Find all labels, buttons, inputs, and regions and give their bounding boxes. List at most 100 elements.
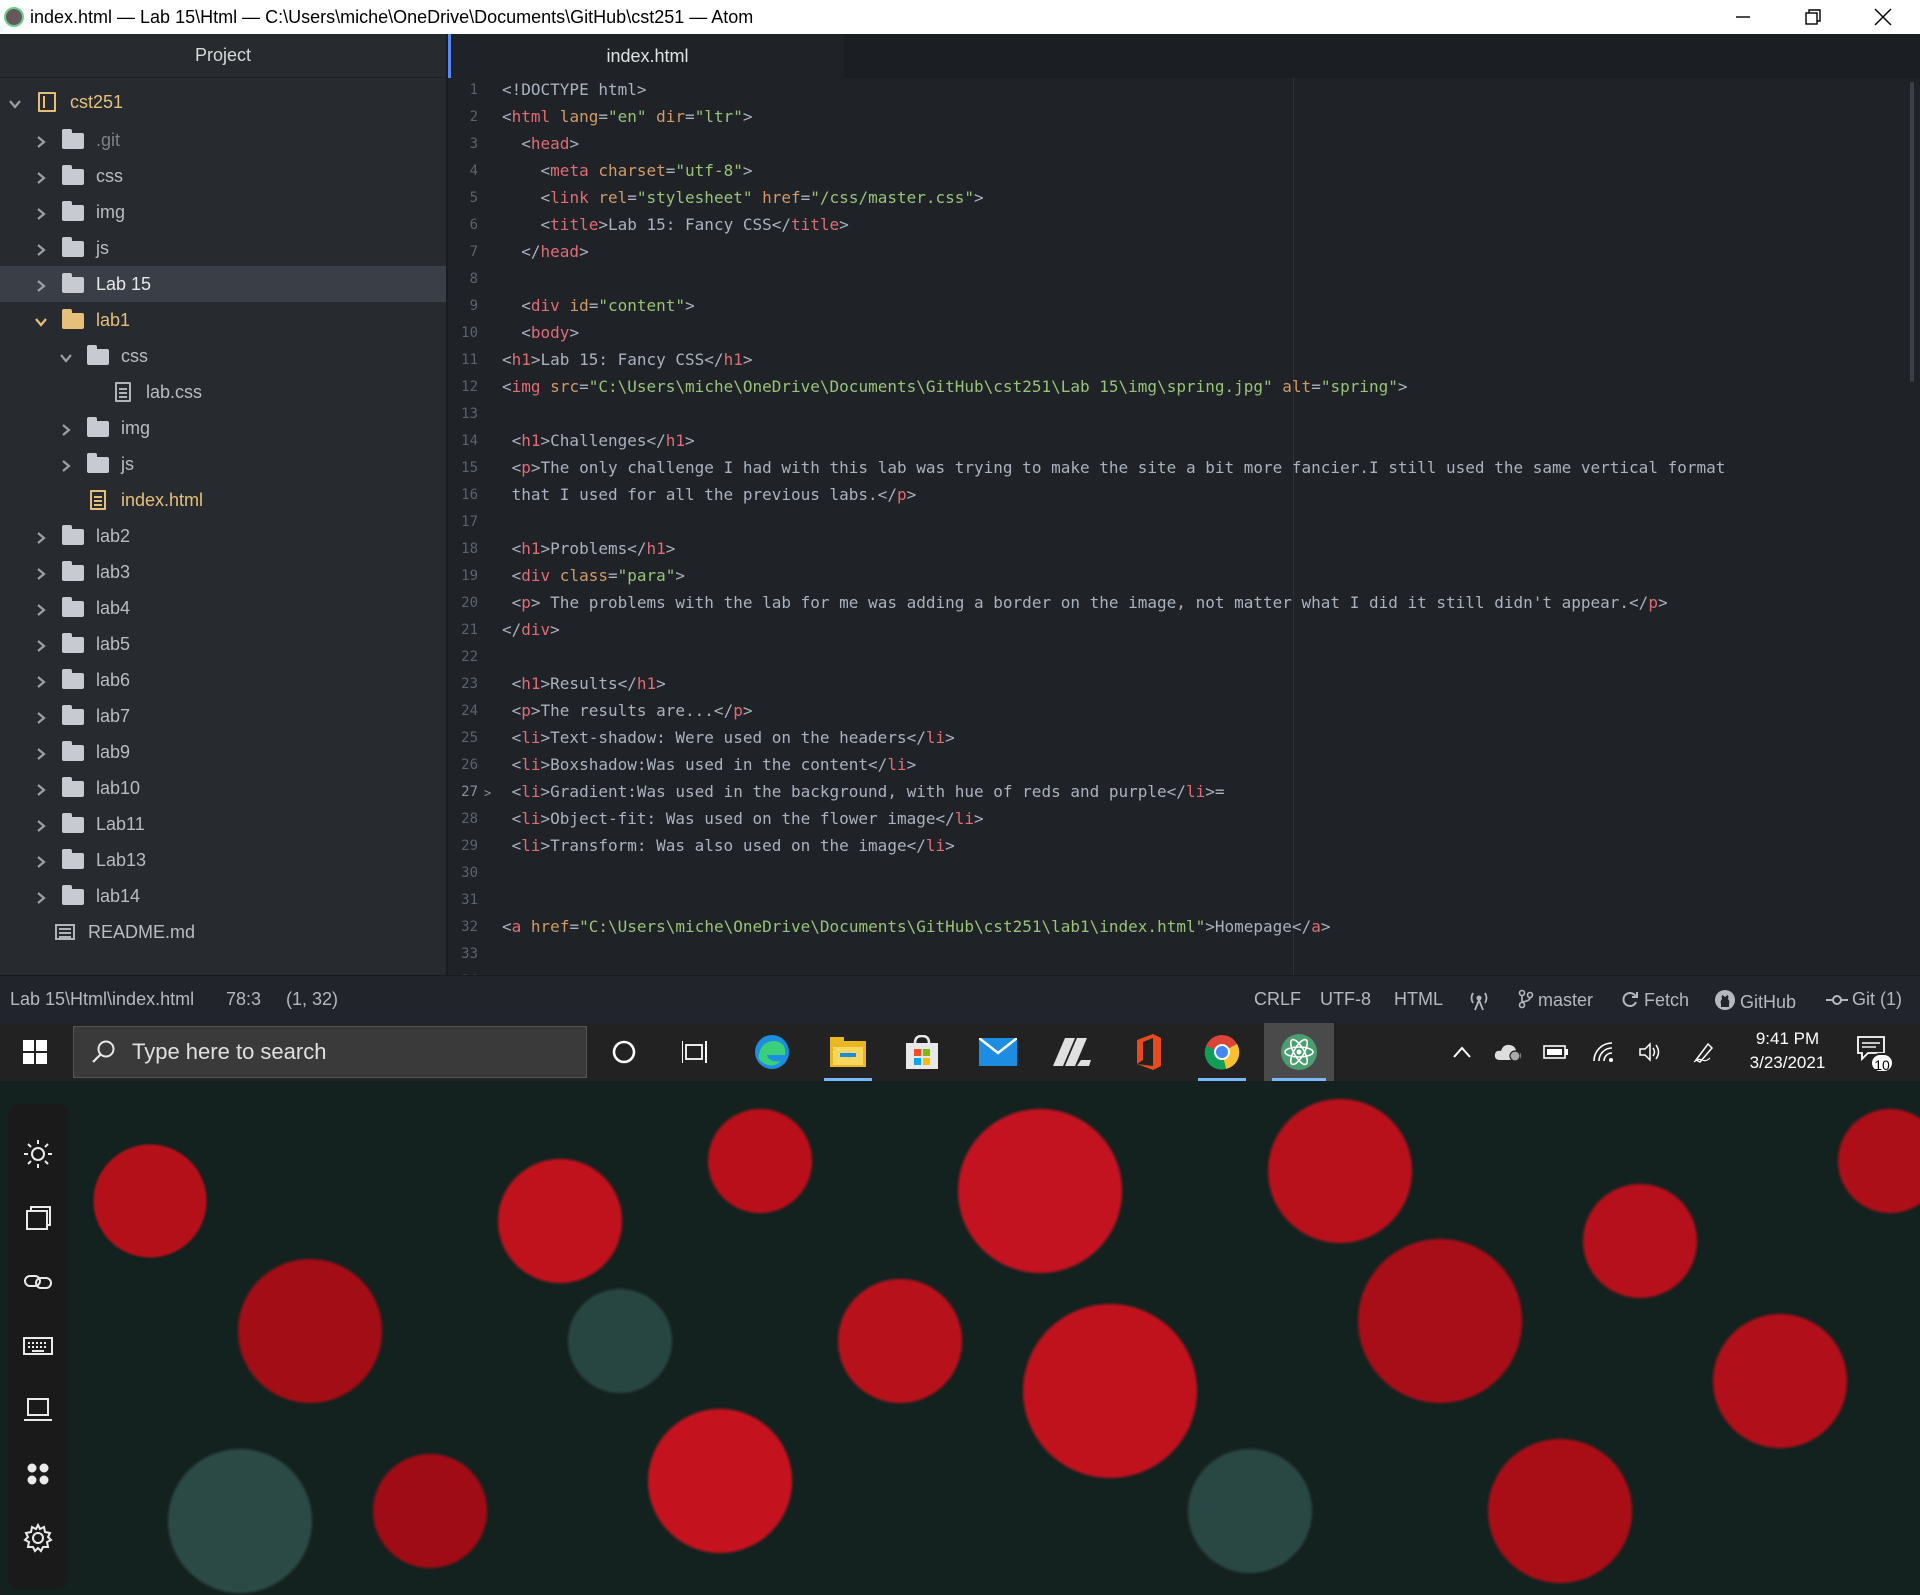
code-token: "content" (598, 296, 686, 315)
tree-item-lab2[interactable]: lab2 (0, 518, 446, 554)
brightness-quick-action[interactable] (8, 1134, 68, 1174)
onedrive-tray-button[interactable] (1490, 1023, 1526, 1081)
code-token: < (502, 296, 531, 315)
brightness-icon (24, 1140, 52, 1168)
connect-quick-action[interactable] (8, 1262, 68, 1302)
tree-item-lab3[interactable]: lab3 (0, 554, 446, 590)
editor-scrollbar[interactable] (1910, 82, 1914, 382)
chevron-right-icon (34, 745, 48, 760)
network-tray-button[interactable] (1586, 1023, 1622, 1081)
github-button[interactable]: GitHub (1714, 989, 1796, 1013)
code-token: > (945, 836, 955, 855)
keyboard-quick-action[interactable] (8, 1326, 68, 1366)
tab-index-html[interactable]: index.html (448, 34, 844, 78)
tree-item-label: js (96, 237, 109, 258)
notification-center-button[interactable]: 10 (1856, 1035, 1894, 1073)
tree-item-lab-css[interactable]: lab.css (0, 374, 446, 410)
line-number: 20 (461, 595, 478, 611)
status-grammar[interactable]: HTML (1394, 989, 1443, 1010)
tree-item-lab5[interactable]: lab5 (0, 626, 446, 662)
git-button[interactable]: Git (1) (1826, 989, 1902, 1010)
chevron-right-icon (34, 673, 48, 688)
code-token: >Gradient:Was used in the background, wi… (540, 782, 1186, 801)
apps-quick-action[interactable] (8, 1454, 68, 1494)
tree-item-lab4[interactable]: lab4 (0, 590, 446, 626)
status-file-path[interactable]: Lab 15\Html\index.html (10, 989, 194, 1010)
code-line: <p>The results are...</p> (502, 701, 753, 720)
line-number: 18 (461, 541, 478, 557)
tree-item-lab10[interactable]: lab10 (0, 770, 446, 806)
apps-grid-icon (27, 1463, 49, 1485)
tree-item-img[interactable]: img (0, 194, 446, 230)
tree-root-label: cst251 (70, 91, 124, 112)
tree-item-git[interactable]: .git (0, 122, 446, 158)
code-token: href (752, 188, 801, 207)
tree-item-index-html[interactable]: index.html (0, 482, 446, 518)
settings-quick-action[interactable] (8, 1518, 68, 1558)
office-icon (1137, 1034, 1161, 1070)
tree-item-lab14[interactable]: lab14 (0, 878, 446, 914)
taskbar-search[interactable] (73, 1026, 587, 1078)
line-number: 3 (469, 136, 478, 152)
tree-item-readme[interactable]: README.md (0, 914, 446, 950)
tree-item-lab11[interactable]: Lab11 (0, 806, 446, 842)
code-token: < (502, 593, 522, 612)
minimize-button[interactable] (1708, 0, 1778, 34)
volume-tray-button[interactable] (1632, 1023, 1668, 1081)
taskbar-app-edge[interactable] (740, 1023, 804, 1081)
folder-icon (62, 813, 84, 834)
tree-item-lab1-img[interactable]: img (0, 410, 446, 446)
folder-icon (62, 705, 84, 726)
status-line-ending[interactable]: CRLF (1254, 989, 1301, 1010)
folder-icon (62, 525, 84, 546)
code-token: > (945, 728, 955, 747)
status-encoding[interactable]: UTF-8 (1320, 989, 1371, 1010)
tree-item-lab7[interactable]: lab7 (0, 698, 446, 734)
tree-item-lab9[interactable]: lab9 (0, 734, 446, 770)
task-view-button[interactable] (666, 1023, 726, 1081)
taskbar-app-mail[interactable] (966, 1023, 1030, 1081)
cortana-button[interactable] (594, 1023, 654, 1081)
taskbar-app-atom[interactable] (1264, 1023, 1334, 1081)
status-cursor-position[interactable]: 78:3 (226, 989, 261, 1010)
code-token: > (569, 134, 580, 153)
code-line: <!DOCTYPE html> (502, 80, 647, 99)
close-button[interactable] (1848, 0, 1918, 34)
taskbar-app-store[interactable] (890, 1023, 954, 1081)
taskbar-app-avid[interactable] (1040, 1023, 1104, 1081)
restore-button[interactable] (1778, 0, 1848, 34)
battery-tray-button[interactable] (1538, 1023, 1574, 1081)
project-quick-action[interactable] (8, 1390, 68, 1430)
tree-item-lab1-css[interactable]: css (0, 338, 446, 374)
branch-label: master (1538, 990, 1594, 1010)
title-bar: index.html — Lab 15\Html — C:\Users\mich… (0, 0, 1920, 34)
tree-root[interactable]: cst251 (0, 84, 446, 120)
tree-item-lab6[interactable]: lab6 (0, 662, 446, 698)
tree-item-lab-15[interactable]: Lab 15 (0, 266, 446, 302)
code-token: = (800, 188, 811, 207)
code-token: id (559, 296, 589, 315)
tree-item-js[interactable]: js (0, 230, 446, 266)
search-input[interactable] (132, 1039, 552, 1065)
taskbar-app-office[interactable] (1116, 1023, 1180, 1081)
show-hidden-icons-button[interactable] (1444, 1023, 1480, 1081)
fold-marker[interactable]: > (484, 786, 491, 800)
tablet-mode-quick-action[interactable] (8, 1198, 68, 1238)
teletype-button[interactable] (1468, 989, 1494, 1013)
taskbar-app-chrome[interactable] (1190, 1023, 1254, 1081)
taskbar-app-file-explorer[interactable] (816, 1023, 880, 1081)
start-button[interactable] (0, 1023, 70, 1081)
clock[interactable]: 9:41 PM 3/23/2021 (1735, 1027, 1840, 1075)
tree-item-lab13[interactable]: Lab13 (0, 842, 446, 878)
pen-tray-button[interactable] (1686, 1023, 1722, 1081)
tree-item-lab1[interactable]: lab1 (0, 302, 446, 338)
tree-item-css[interactable]: css (0, 158, 446, 194)
code-token: < (502, 917, 512, 936)
line-number: 33 (461, 946, 478, 962)
tree-item-lab1-js[interactable]: js (0, 446, 446, 482)
code-token: p (521, 458, 531, 477)
fetch-button[interactable]: Fetch (1620, 989, 1689, 1011)
github-icon (1715, 990, 1735, 1010)
status-branch[interactable]: master (1518, 989, 1593, 1011)
onedrive-icon (1494, 1044, 1522, 1062)
